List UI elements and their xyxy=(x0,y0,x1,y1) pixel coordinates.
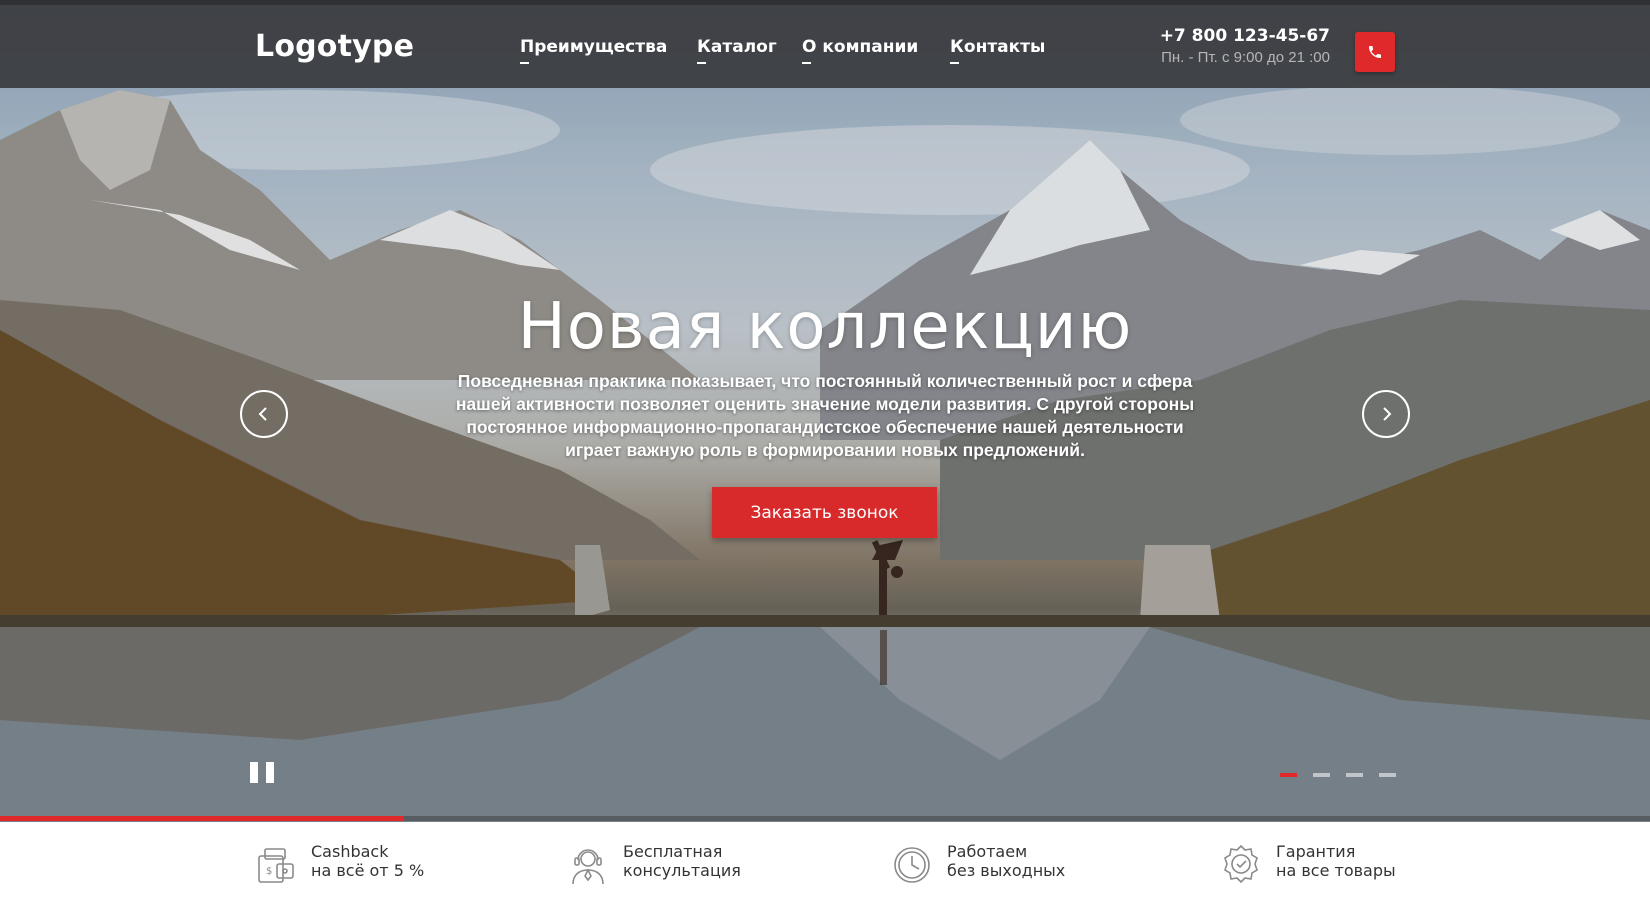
support-agent-icon xyxy=(572,849,604,885)
feature-guarantee: Гарантия на все товары xyxy=(1220,842,1396,886)
svg-text:$: $ xyxy=(266,866,272,877)
slider-dot-4[interactable] xyxy=(1379,773,1396,777)
pause-icon-bar-left xyxy=(250,762,258,783)
hero-description: Повседневная практика показывает, что по… xyxy=(455,371,1195,460)
pause-icon-bar-right xyxy=(266,762,274,783)
nav-item-contacts[interactable]: Контакты xyxy=(950,37,1045,64)
feature-guarantee-subtitle: на все товары xyxy=(1276,861,1396,880)
feature-no-days-off-title: Работаем xyxy=(947,842,1028,861)
site-header: Logotype Преимущества Каталог О компании… xyxy=(0,5,1650,88)
feature-cashback-subtitle: на всё от 5 % xyxy=(311,861,425,880)
nav-item-catalog[interactable]: Каталог xyxy=(697,37,777,64)
clock-icon xyxy=(894,847,930,883)
working-hours: Пн. - Пт. с 9:00 до 21 :00 xyxy=(1161,49,1330,66)
slider-dot-3[interactable] xyxy=(1346,773,1363,777)
slider-pagination xyxy=(1280,773,1396,777)
slider-prev-button[interactable] xyxy=(240,390,288,438)
phone-icon xyxy=(1369,46,1381,58)
order-call-button[interactable]: Заказать звонок xyxy=(712,487,937,538)
guarantee-badge-icon xyxy=(1224,844,1258,884)
nav-item-advantages[interactable]: Преимущества xyxy=(520,37,667,64)
feature-consultation-subtitle: консультация xyxy=(623,861,741,880)
logo[interactable]: Logotype xyxy=(255,29,414,64)
feature-cashback: $ Cashback на всё от 5 % xyxy=(255,842,424,886)
slider-dot-2[interactable] xyxy=(1313,773,1330,777)
feature-guarantee-title: Гарантия xyxy=(1276,842,1356,861)
feature-no-days-off-subtitle: без выходных xyxy=(947,861,1066,880)
feature-cashback-title: Cashback xyxy=(311,842,389,861)
feature-no-days-off: Работаем без выходных xyxy=(891,842,1065,886)
slider-progress-bar xyxy=(0,816,1650,821)
chevron-left-icon xyxy=(258,407,267,421)
feature-consultation: Бесплатная консультация xyxy=(567,842,741,886)
slider-next-button[interactable] xyxy=(1362,390,1410,438)
cashback-icon: $ xyxy=(258,848,294,883)
phone-number[interactable]: +7 800 123-45-67 xyxy=(1160,26,1330,46)
features-bar: $ Cashback на всё от 5 % Бесплатная конс… xyxy=(0,822,1650,901)
chevron-right-icon xyxy=(1383,407,1392,421)
hero-title: Новая коллекцию xyxy=(517,290,1133,364)
call-button[interactable] xyxy=(1355,32,1395,72)
slider-dot-1[interactable] xyxy=(1280,773,1297,777)
nav-item-about[interactable]: О компании xyxy=(802,37,918,64)
slider-pause-button[interactable] xyxy=(250,762,274,784)
slider-progress-fill xyxy=(0,816,405,821)
feature-consultation-title: Бесплатная xyxy=(623,842,723,861)
